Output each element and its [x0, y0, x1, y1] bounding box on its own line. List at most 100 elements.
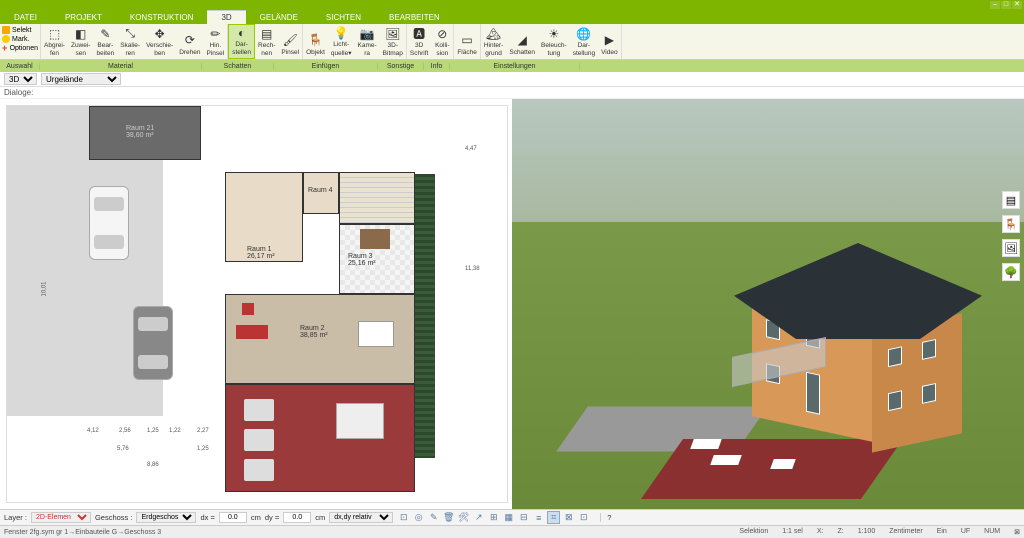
pinsel-icon: 🖌	[282, 32, 298, 48]
pinsel-button[interactable]: 🖌Pinsel	[278, 24, 302, 59]
window-icon	[922, 383, 936, 404]
bottom-tool-9[interactable]: ≡	[532, 511, 545, 524]
lichtquelle-button[interactable]: 💡Licht-quelle▾	[328, 24, 355, 59]
skalieren-icon: ⤡	[122, 26, 138, 41]
dy-label: dy =	[265, 513, 279, 522]
room-garage: Raum 2138,60 m²	[89, 106, 201, 160]
car-icon	[133, 306, 173, 380]
unit-label: cm	[251, 513, 261, 522]
tab-bearbeiten[interactable]: BEARBEITEN	[375, 10, 454, 24]
help-button[interactable]: ?	[600, 513, 611, 522]
right-tool-0[interactable]: ▤	[1002, 191, 1020, 209]
bottom-tool-2[interactable]: ✎	[427, 511, 440, 524]
mark-tool[interactable]: Mark.	[2, 35, 38, 43]
tab-konstruktion[interactable]: KONSTRUKTION	[116, 10, 208, 24]
flaeche-button[interactable]: ▭Fläche	[454, 24, 480, 59]
hinpinsel-button[interactable]: ✏Hin.Pinsel	[204, 24, 228, 59]
floor-plan: Raum 2138,60 m² Raum 4 Raum 325,16 m² Ra…	[6, 105, 508, 503]
window-icon	[888, 390, 902, 411]
tab-datei[interactable]: DATEI	[0, 10, 51, 24]
title-bar: – □ ✕	[0, 0, 1024, 10]
room-label: Raum 4	[308, 187, 333, 194]
dx-input[interactable]	[219, 512, 247, 523]
unit-label: cm	[315, 513, 325, 522]
bottom-tool-11[interactable]: ⊠	[562, 511, 575, 524]
tab-projekt[interactable]: PROJEKT	[51, 10, 116, 24]
room-4: Raum 4	[303, 172, 339, 214]
mode-select[interactable]: 3D	[4, 73, 37, 85]
video-icon: ▶	[601, 32, 617, 48]
bottom-tool-8[interactable]: ⊟	[517, 511, 530, 524]
beleuchtung-button[interactable]: ☀Beleuch-tung	[538, 24, 570, 59]
close-button[interactable]: ✕	[1012, 1, 1022, 9]
bottom-tool-12[interactable]: ⊡	[577, 511, 590, 524]
view-select[interactable]: Urgelände	[41, 73, 121, 85]
schatten2-button[interactable]: ◢Schatten	[506, 24, 538, 59]
skalieren-button[interactable]: ⤡Skalie-ren	[117, 24, 143, 59]
coord-mode-select[interactable]: dx,dy relativ	[329, 512, 393, 523]
tab-gelände[interactable]: GELÄNDE	[246, 10, 312, 24]
rechnen-button[interactable]: ▤Rech-nen	[255, 24, 278, 59]
minimize-button[interactable]: –	[990, 1, 1000, 9]
dimension: 4,12	[87, 428, 99, 434]
abgreifen-button[interactable]: ⬚Abgrei-fen	[41, 24, 68, 59]
maximize-button[interactable]: □	[1001, 1, 1011, 9]
lounger-icon	[244, 459, 274, 481]
room-2: Raum 238,85 m²	[225, 294, 415, 384]
kollision-button[interactable]: ⊘Kolli-sion	[431, 24, 453, 59]
chair-icon	[242, 303, 254, 315]
3dschrift-button[interactable]: 🅰3DSchrift	[407, 24, 431, 59]
drehen-button[interactable]: ⟳Drehen	[176, 24, 203, 59]
verschieben-button[interactable]: ✥Verschie-ben	[143, 24, 176, 59]
options-tool[interactable]: +Optionen	[2, 44, 38, 52]
bottom-tool-10[interactable]: ⌗	[547, 511, 560, 524]
room-label: Raum 238,85 m²	[300, 325, 328, 339]
bottom-tool-4[interactable]: 🛠	[457, 511, 470, 524]
bottom-tool-1[interactable]: ◎	[412, 511, 425, 524]
dx-label: dx =	[200, 513, 214, 522]
room-label: Raum 2138,60 m²	[126, 125, 154, 139]
objekt-icon: 🪑	[307, 32, 323, 48]
layer-select[interactable]: 2D-Elemen	[31, 512, 91, 523]
dimension: 11,38	[465, 266, 480, 272]
bottom-tool-7[interactable]: ▦	[502, 511, 515, 524]
video-button[interactable]: ▶Video	[598, 24, 621, 59]
zuweisen-button[interactable]: ◧Zuwei-sen	[68, 24, 94, 59]
verschieben-icon: ✥	[152, 26, 168, 41]
status-selection: Selektion	[739, 528, 768, 536]
group-label: Material	[40, 63, 202, 70]
table-icon	[770, 459, 796, 469]
dialog-label: Dialoge:	[0, 87, 1024, 99]
group-label: Auswahl	[0, 63, 40, 70]
table-icon	[360, 229, 390, 249]
kamera-button[interactable]: 📷Kame-ra	[355, 24, 380, 59]
3d-view-pane[interactable]	[512, 99, 1024, 509]
tab-sichten[interactable]: SICHTEN	[312, 10, 375, 24]
hintergrund-button[interactable]: 🏔Hinter-grund	[481, 24, 507, 59]
select-tool[interactable]: Selekt	[2, 26, 38, 34]
bottom-tool-5[interactable]: ↗	[472, 511, 485, 524]
bottom-tool-6[interactable]: ⊞	[487, 511, 500, 524]
mark-icon	[2, 35, 10, 43]
status-ex: ⊠	[1014, 528, 1020, 536]
bottom-tool-0[interactable]: ⊡	[397, 511, 410, 524]
right-tool-2[interactable]: 🖼	[1002, 239, 1020, 257]
status-num: NUM	[984, 528, 1000, 536]
right-tool-3[interactable]: 🌳	[1002, 263, 1020, 281]
window-icon	[888, 346, 902, 367]
darstellung-button[interactable]: 🌐Dar-stellung	[570, 24, 598, 59]
objekt-button[interactable]: 🪑Objekt	[303, 24, 328, 59]
window-icon	[922, 339, 936, 360]
right-tool-1[interactable]: 🪑	[1002, 215, 1020, 233]
floorplan-pane[interactable]: Raum 2138,60 m² Raum 4 Raum 325,16 m² Ra…	[0, 99, 512, 509]
bearbeiten-button[interactable]: ✎Bear-beiten	[93, 24, 117, 59]
bottom-tool-3[interactable]: 🗑	[442, 511, 455, 524]
darstellen-button[interactable]: ◐Dar-stellen	[228, 24, 255, 59]
status-uf: UF	[961, 528, 970, 536]
dimension: 1,25	[147, 428, 159, 434]
tab-3d[interactable]: 3D	[207, 10, 245, 24]
drehen-icon: ⟳	[182, 32, 198, 48]
3dbitmap-button[interactable]: 🖼3D-Bitmap	[380, 24, 406, 59]
dy-input[interactable]	[283, 512, 311, 523]
floor-select[interactable]: Erdgeschos	[136, 512, 196, 523]
